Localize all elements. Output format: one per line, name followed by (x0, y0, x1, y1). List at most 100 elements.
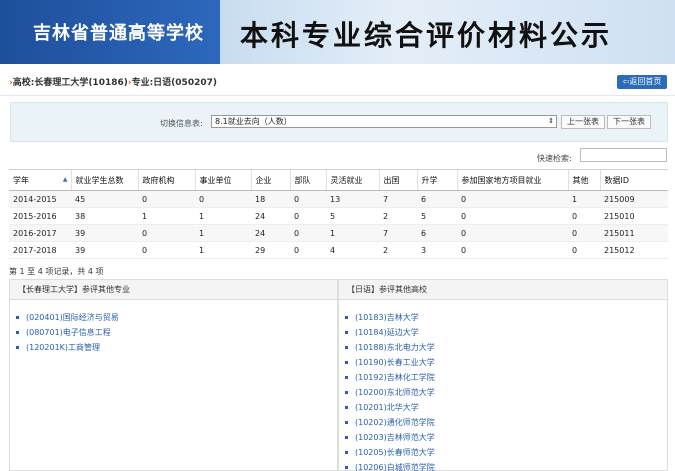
table-switch-select[interactable]: 8.1就业去向（人数） ⇕ (211, 115, 557, 128)
table-cell: 7 (379, 190, 417, 208)
table-cell: 215011 (600, 224, 668, 242)
table-cell: 0 (290, 241, 326, 259)
col-header[interactable]: 升学 (416, 169, 457, 191)
col-header[interactable]: 参加国家地方项目就业 (456, 169, 568, 191)
col-header[interactable]: 政府机构 (137, 169, 195, 191)
table-cell: 39 (71, 241, 138, 259)
list-item[interactable]: (080701)电子信息工程 (16, 325, 337, 340)
list-item[interactable]: (10202)通化师范学院 (345, 415, 667, 430)
col-header[interactable]: 其他 (567, 169, 600, 191)
banner-publication-title: 本科专业综合评价材料公示 (240, 19, 613, 52)
bullet-icon (16, 346, 19, 349)
table-cell: 2 (379, 241, 417, 259)
bullet-icon (345, 376, 348, 379)
table-cell: 0 (138, 190, 195, 208)
list-item[interactable]: (10203)吉林师范大学 (345, 430, 667, 445)
table-cell: 0 (457, 241, 568, 259)
col-header[interactable]: 学年 ▲ (9, 169, 71, 191)
list-item[interactable]: (10188)东北电力大学 (345, 340, 667, 355)
table-cell: 215009 (600, 190, 668, 208)
table-cell: 0 (138, 224, 195, 242)
bullet-icon (345, 451, 348, 454)
table-cell: 0 (568, 241, 600, 259)
employment-table: 学年 ▲ 就业学生总数 政府机构 事业单位 企业 部队 灵活就业 出国 升学 参加… (9, 169, 668, 259)
table-switch-selected: 8.1就业去向（人数） (215, 117, 292, 126)
table-cell: 0 (457, 207, 568, 225)
col-header[interactable]: 数据ID (599, 169, 668, 191)
col-header[interactable]: 企业 (250, 169, 290, 191)
breadcrumb-bar: ›高校:长春理工大学(10186)›专业:日语(050207) (0, 66, 675, 96)
col-header[interactable]: 就业学生总数 (70, 169, 138, 191)
bullet-icon (345, 436, 348, 439)
next-table-button[interactable]: 下一张表 (607, 115, 651, 129)
other-majors-list: (020401)国际经济与贸易 (080701)电子信息工程 (120201K)… (10, 300, 337, 355)
table-cell: 2017-2018 (9, 241, 71, 259)
table-cell: 24 (251, 207, 290, 225)
table-switch-label: 切换信息表: (160, 119, 203, 128)
table-cell: 24 (251, 224, 290, 242)
table-cell: 1 (138, 207, 195, 225)
table-cell: 2016-2017 (9, 224, 71, 242)
table-cell: 2015-2016 (9, 207, 71, 225)
bullet-icon (345, 361, 348, 364)
bullet-icon (16, 316, 19, 319)
table-cell: 0 (457, 190, 568, 208)
list-item[interactable]: (120201K)工商管理 (16, 340, 337, 355)
table-cell: 1 (195, 224, 251, 242)
select-caret-icon: ⇕ (548, 117, 554, 125)
banner-school-title: 吉林省普通高等学校 (33, 23, 204, 44)
bullet-icon (345, 406, 348, 409)
table-cell: 1 (568, 190, 600, 208)
table-cell: 2014-2015 (9, 190, 71, 208)
bullet-icon (345, 316, 348, 319)
table-cell: 4 (326, 241, 379, 259)
table-cell: 13 (326, 190, 379, 208)
search-input[interactable] (580, 148, 667, 162)
table-cell: 5 (417, 207, 457, 225)
table-cell: 215010 (600, 207, 668, 225)
col-header[interactable]: 灵活就业 (325, 169, 379, 191)
table-cell: 2 (379, 207, 417, 225)
list-item[interactable]: (10190)长春工业大学 (345, 355, 667, 370)
table-cell: 6 (417, 224, 457, 242)
list-item[interactable]: (10205)长春师范大学 (345, 445, 667, 460)
list-item[interactable]: (10206)白城师范学院 (345, 460, 667, 471)
header-banner: 吉林省普通高等学校 本科专业综合评价材料公示 (0, 0, 675, 64)
table-cell: 3 (417, 241, 457, 259)
back-home-button[interactable]: ⇦返回首页 (617, 75, 667, 89)
table-cell: 0 (290, 207, 326, 225)
breadcrumb-major: 专业:日语(050207) (131, 78, 217, 88)
table-cell: 7 (379, 224, 417, 242)
bullet-icon (16, 331, 19, 334)
table-cell: 0 (568, 224, 600, 242)
table-cell: 5 (326, 207, 379, 225)
table-cell: 0 (290, 190, 326, 208)
list-item[interactable]: (10184)延边大学 (345, 325, 667, 340)
table-row: 2016-2017 39 0 1 24 0 1 7 6 0 0 215011 (9, 224, 668, 242)
table-cell: 215012 (600, 241, 668, 259)
other-schools-title: 【日语】参评其他高校 (339, 280, 667, 300)
sort-asc-icon: ▲ (62, 176, 68, 183)
col-header[interactable]: 部队 (289, 169, 326, 191)
table-cell: 1 (195, 207, 251, 225)
prev-table-button[interactable]: 上一张表 (561, 115, 605, 129)
search-label: 快速检索: (537, 154, 572, 163)
list-item[interactable]: (10183)吉林大学 (345, 310, 667, 325)
table-cell: 18 (251, 190, 290, 208)
table-header-row: 学年 ▲ 就业学生总数 政府机构 事业单位 企业 部队 灵活就业 出国 升学 参加… (9, 169, 668, 191)
table-cell: 0 (568, 207, 600, 225)
other-schools-panel: 【日语】参评其他高校 (10183)吉林大学 (10184)延边大学 (1018… (338, 279, 668, 471)
list-item[interactable]: (10192)吉林化工学院 (345, 370, 667, 385)
other-schools-list: (10183)吉林大学 (10184)延边大学 (10188)东北电力大学 (1… (339, 300, 667, 471)
breadcrumb-school[interactable]: 高校:长春理工大学(10186) (13, 78, 128, 88)
list-item[interactable]: (10200)东北师范大学 (345, 385, 667, 400)
list-item[interactable]: (10201)北华大学 (345, 400, 667, 415)
col-header[interactable]: 事业单位 (194, 169, 251, 191)
other-majors-title: 【长春理工大学】参评其他专业 (10, 280, 337, 300)
other-majors-panel: 【长春理工大学】参评其他专业 (020401)国际经济与贸易 (080701)电… (9, 279, 338, 471)
col-header[interactable]: 出国 (378, 169, 417, 191)
table-cell: 6 (417, 190, 457, 208)
table-cell: 0 (195, 190, 251, 208)
table-cell: 1 (195, 241, 251, 259)
list-item[interactable]: (020401)国际经济与贸易 (16, 310, 337, 325)
